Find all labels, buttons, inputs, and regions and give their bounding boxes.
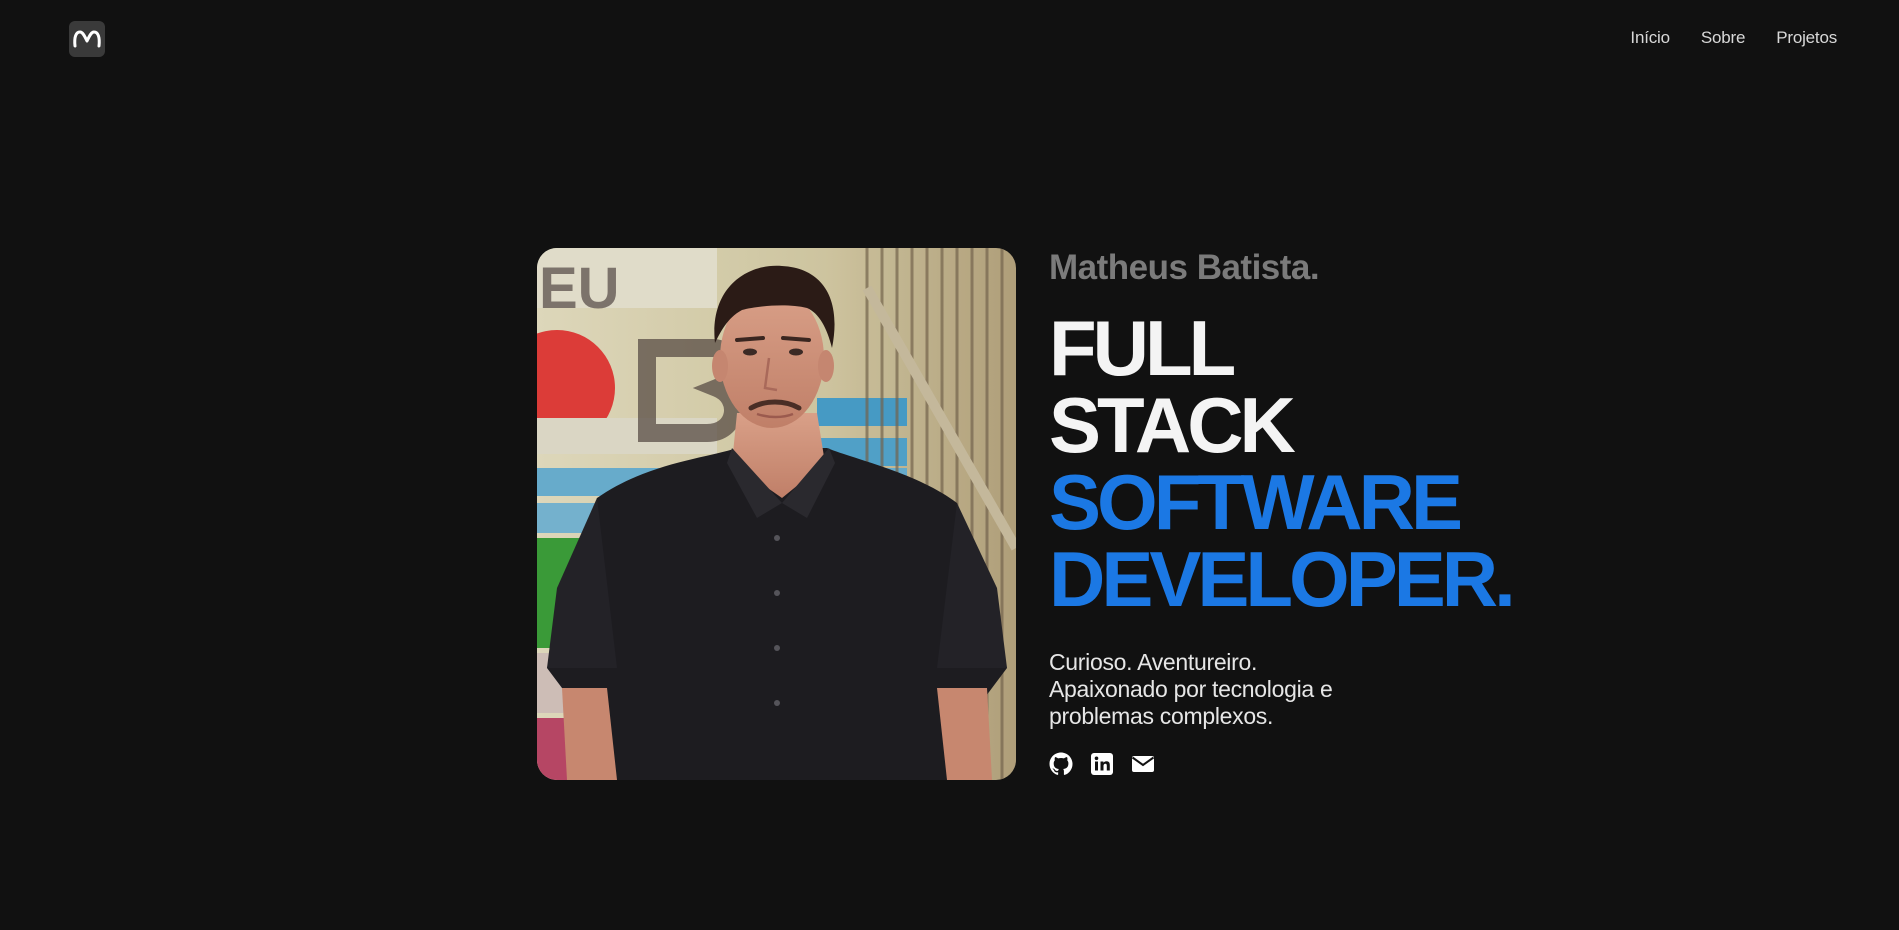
- mail-icon[interactable]: [1131, 752, 1155, 776]
- headline-line-1: FULL: [1049, 304, 1236, 392]
- hero-text: Matheus Batista. FULL STACK SOFTWARE DEV…: [1049, 248, 1669, 776]
- headline-line-2: STACK: [1049, 381, 1296, 469]
- page: Início Sobre Projetos EU Matheus Batista…: [0, 0, 1899, 930]
- nav-link-sobre[interactable]: Sobre: [1701, 28, 1746, 48]
- bio-line-3: problemas complexos.: [1049, 703, 1274, 729]
- headline-line-4: DEVELOPER.: [1049, 535, 1516, 623]
- profile-photo: EU: [537, 248, 1016, 780]
- nav-link-inicio[interactable]: Início: [1630, 28, 1670, 48]
- bio-line-2: Apaixonado por tecnologia e: [1049, 676, 1333, 702]
- nav-link-projetos[interactable]: Projetos: [1776, 28, 1837, 48]
- social-links: [1049, 752, 1669, 776]
- main-nav: Início Sobre Projetos: [1630, 28, 1837, 48]
- github-icon[interactable]: [1049, 752, 1073, 776]
- headline: FULL STACK SOFTWARE DEVELOPER.: [1049, 304, 1669, 623]
- bio: Curioso. Aventureiro. Apaixonado por tec…: [1049, 649, 1669, 730]
- headline-line-3: SOFTWARE: [1049, 458, 1463, 546]
- linkedin-icon[interactable]: [1090, 752, 1114, 776]
- logo-icon[interactable]: [69, 21, 105, 57]
- bio-line-1: Curioso. Aventureiro.: [1049, 649, 1258, 675]
- author-name: Matheus Batista.: [1049, 248, 1320, 287]
